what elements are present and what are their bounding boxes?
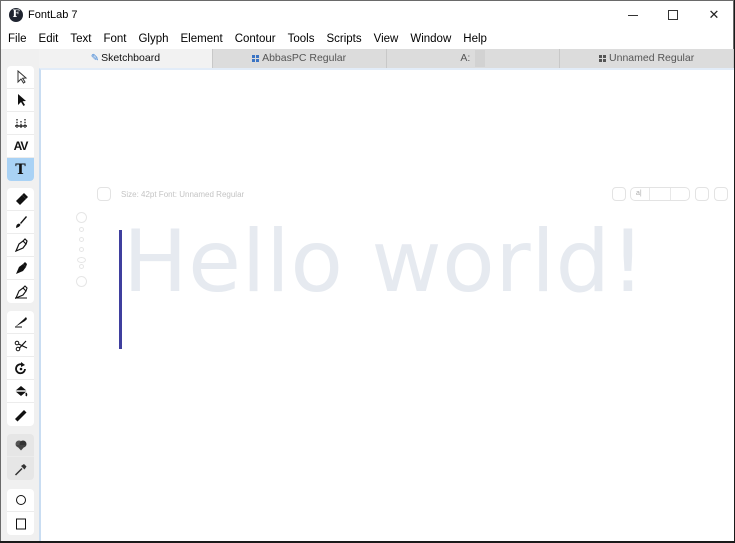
element-select-icon xyxy=(17,94,26,106)
fill-tool-button[interactable] xyxy=(7,380,34,403)
contour-tool-button[interactable] xyxy=(7,66,34,89)
font-grid-icon xyxy=(599,55,607,62)
menu-file[interactable]: File xyxy=(2,29,33,49)
tab-label: Unnamed Regular xyxy=(609,52,695,64)
menu-element[interactable]: Element xyxy=(175,29,229,49)
tab-bar: ✎ Sketchboard AbbasPC Regular A: Unnamed… xyxy=(39,49,734,68)
rapidograph-icon xyxy=(15,262,27,274)
eyedropper-icon xyxy=(14,463,26,476)
brush-tool-button[interactable] xyxy=(7,211,34,234)
pen-tool-button[interactable] xyxy=(7,234,34,257)
glyph-input-value: a| xyxy=(636,190,642,197)
tab-label: A: xyxy=(460,52,471,64)
fontlab-logo-icon: F xyxy=(9,8,23,22)
input-separator xyxy=(670,188,671,200)
size-slider-thumb[interactable] xyxy=(77,257,86,263)
maximize-button[interactable] xyxy=(652,1,694,29)
pen-icon: ✎ xyxy=(90,53,100,64)
eraser-tool-button[interactable] xyxy=(7,188,34,211)
rapidograph-tool-button[interactable] xyxy=(7,257,34,280)
tab-sketchboard[interactable]: ✎ Sketchboard xyxy=(39,49,213,68)
symbol-icon xyxy=(15,440,26,451)
element-tool-button[interactable] xyxy=(7,89,34,112)
rectangle-tool-button[interactable] xyxy=(7,512,34,535)
rotate-tool-button[interactable] xyxy=(7,357,34,380)
kerning-tool-button[interactable]: AV xyxy=(7,135,34,158)
app-window: F FontLab 7 ✕ File Edit Text Font Glyph … xyxy=(0,0,734,541)
size-step-dot[interactable] xyxy=(79,264,84,269)
menu-bar: File Edit Text Font Glyph Element Contou… xyxy=(1,29,733,49)
size-step-dot[interactable] xyxy=(79,227,84,232)
selection-tool-group: AV T xyxy=(7,66,34,181)
text-tool-button[interactable]: T xyxy=(7,158,34,181)
edit-tool-group xyxy=(7,311,34,426)
pencil-icon xyxy=(14,284,28,299)
text-options-toggle[interactable] xyxy=(97,187,111,201)
symbol-tool-button[interactable] xyxy=(7,434,34,457)
tool-panel: AV T xyxy=(1,66,39,541)
kerning-icon: AV xyxy=(13,139,29,153)
direction-toggle[interactable] xyxy=(612,187,626,201)
text-cursor xyxy=(119,230,122,349)
tab-label: Sketchboard xyxy=(101,52,161,64)
symbol-tool-group xyxy=(7,434,34,480)
scissors-icon xyxy=(14,340,27,352)
text-info-label: Size: 42pt Font: Unnamed Regular xyxy=(121,190,245,199)
option-toggle-1[interactable] xyxy=(695,187,709,201)
menu-tools[interactable]: Tools xyxy=(282,29,321,49)
ellipse-icon xyxy=(15,495,26,505)
pen-icon xyxy=(14,238,28,252)
size-handle-top[interactable] xyxy=(76,212,87,223)
size-step-dot[interactable] xyxy=(79,237,84,242)
knife-tool-button[interactable] xyxy=(7,311,34,334)
tab-glyph-a[interactable]: A: xyxy=(387,49,561,68)
glyph-input[interactable]: a| xyxy=(630,187,690,201)
menu-edit[interactable]: Edit xyxy=(33,29,65,49)
tab-abbaspc-regular[interactable]: AbbasPC Regular xyxy=(213,49,387,68)
menu-text[interactable]: Text xyxy=(64,29,97,49)
option-toggle-2[interactable] xyxy=(714,187,728,201)
input-separator xyxy=(649,188,650,200)
scissors-tool-button[interactable] xyxy=(7,334,34,357)
knife-icon xyxy=(14,317,27,328)
menu-help[interactable]: Help xyxy=(457,29,493,49)
ruler-tool-button[interactable] xyxy=(7,403,34,426)
menu-font[interactable]: Font xyxy=(97,29,132,49)
minimize-button[interactable] xyxy=(612,1,654,29)
menu-glyph[interactable]: Glyph xyxy=(132,29,174,49)
rectangle-icon xyxy=(15,518,26,529)
maximize-icon xyxy=(668,10,678,20)
menu-view[interactable]: View xyxy=(368,29,405,49)
tab-label: AbbasPC Regular xyxy=(262,52,347,64)
sample-text[interactable]: Hello world! xyxy=(123,219,646,305)
eyedropper-tool-button[interactable] xyxy=(7,457,34,480)
title-bar: F FontLab 7 ✕ xyxy=(1,1,733,29)
drawing-tool-group xyxy=(7,188,34,303)
font-grid-icon xyxy=(252,55,260,62)
metrics-tool-button[interactable] xyxy=(7,112,34,135)
contour-select-icon xyxy=(17,70,27,84)
menu-scripts[interactable]: Scripts xyxy=(320,29,367,49)
sketchboard-canvas[interactable]: Size: 42pt Font: Unnamed Regular a| Hell… xyxy=(39,68,734,541)
shape-tool-group xyxy=(7,489,34,535)
menu-window[interactable]: Window xyxy=(404,29,457,49)
window-title: FontLab 7 xyxy=(28,9,78,21)
fill-icon xyxy=(14,386,27,397)
text-tool-icon: T xyxy=(15,161,26,178)
close-icon: ✕ xyxy=(708,7,720,22)
ellipse-tool-button[interactable] xyxy=(7,489,34,512)
pencil-tool-button[interactable] xyxy=(7,280,34,303)
metrics-icon xyxy=(14,119,27,128)
size-handle-bottom[interactable] xyxy=(76,276,87,287)
minimize-icon xyxy=(628,14,638,16)
ruler-icon xyxy=(14,409,26,421)
rotate-icon xyxy=(14,362,26,375)
brush-icon xyxy=(15,216,27,228)
size-step-dot[interactable] xyxy=(79,247,84,252)
menu-contour[interactable]: Contour xyxy=(229,29,282,49)
eraser-icon xyxy=(15,193,28,205)
tab-unnamed-regular[interactable]: Unnamed Regular xyxy=(560,49,734,68)
tab-glyph-preview xyxy=(475,50,486,67)
close-button[interactable]: ✕ xyxy=(693,1,735,29)
